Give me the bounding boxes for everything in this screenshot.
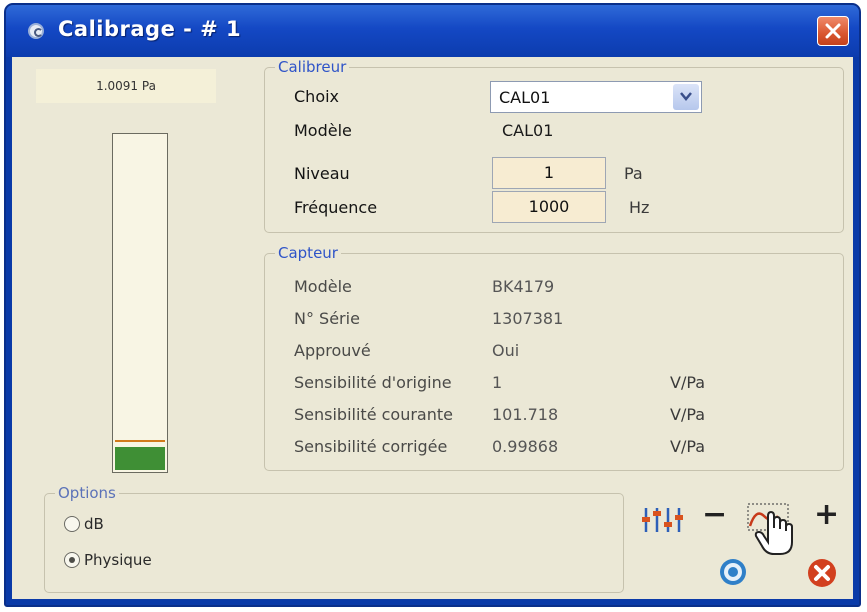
dropdown-button[interactable] bbox=[673, 84, 699, 110]
capteur-group-title: Capteur bbox=[275, 244, 341, 262]
cancel-icon bbox=[808, 559, 836, 587]
level-meter-marker bbox=[115, 440, 165, 442]
decrease-button[interactable]: − bbox=[702, 497, 727, 532]
chevron-down-icon bbox=[680, 92, 692, 101]
frequence-field[interactable]: 1000 bbox=[492, 191, 606, 223]
capteur-row-value: 0.99868 bbox=[492, 437, 559, 456]
calibreur-group-title: Calibreur bbox=[275, 58, 350, 76]
cancel-button[interactable] bbox=[806, 557, 838, 593]
app-logo-icon bbox=[28, 23, 44, 39]
frequence-unit: Hz bbox=[629, 198, 650, 217]
calibreur-select[interactable]: CAL01 bbox=[490, 81, 702, 113]
capteur-row-unit: V/Pa bbox=[670, 437, 706, 456]
modele-label: Modèle bbox=[294, 121, 352, 140]
calibrate-button[interactable] bbox=[746, 502, 798, 562]
close-icon bbox=[825, 23, 841, 39]
calibrage-window: Calibrage - # 1 1.0091 Pa Calibreur Choi… bbox=[4, 3, 861, 607]
niveau-unit: Pa bbox=[624, 164, 643, 183]
title-bar[interactable]: Calibrage - # 1 bbox=[6, 5, 859, 57]
capteur-row-label: Sensibilité courante bbox=[294, 405, 453, 424]
capteur-row-value: 101.718 bbox=[492, 405, 559, 424]
level-meter-fill bbox=[115, 447, 165, 470]
capteur-row-label: Modèle bbox=[294, 277, 352, 296]
capteur-row-value: Oui bbox=[492, 341, 520, 360]
capteur-row-value: 1307381 bbox=[492, 309, 564, 328]
level-readout: 1.0091 Pa bbox=[36, 69, 216, 103]
db-radio[interactable] bbox=[64, 516, 80, 532]
calibreur-select-value: CAL01 bbox=[499, 88, 551, 107]
capteur-row-value: BK4179 bbox=[492, 277, 555, 296]
capteur-row-label: Approuvé bbox=[294, 341, 371, 360]
capteur-row-label: Sensibilité d'origine bbox=[294, 373, 452, 392]
view-button[interactable] bbox=[716, 557, 750, 591]
capteur-row-unit: V/Pa bbox=[670, 405, 706, 424]
niveau-field[interactable]: 1 bbox=[492, 157, 606, 189]
physique-radio-label: Physique bbox=[84, 551, 152, 569]
sliders-button[interactable] bbox=[640, 506, 684, 538]
frequence-label: Fréquence bbox=[294, 198, 378, 217]
increase-button[interactable]: + bbox=[814, 497, 839, 532]
capteur-row-label: Sensibilité corrigée bbox=[294, 437, 448, 456]
window-title: Calibrage - # 1 bbox=[58, 17, 242, 41]
eye-icon bbox=[720, 559, 746, 585]
dialog-client-area: 1.0091 Pa Calibreur Choix CAL01 Modèle C… bbox=[12, 57, 853, 599]
option-db[interactable]: dB bbox=[64, 515, 104, 533]
options-group: Options bbox=[44, 484, 624, 593]
capteur-row-value: 1 bbox=[492, 373, 503, 392]
options-group-title: Options bbox=[55, 484, 119, 502]
niveau-label: Niveau bbox=[294, 164, 350, 183]
capteur-row-label: N° Série bbox=[294, 309, 360, 328]
level-meter bbox=[112, 133, 168, 473]
option-physique[interactable]: Physique bbox=[64, 551, 152, 569]
calibrate-hand-icon bbox=[747, 503, 793, 555]
close-button[interactable] bbox=[817, 16, 849, 46]
choix-label: Choix bbox=[294, 87, 340, 106]
db-radio-label: dB bbox=[84, 515, 104, 533]
capteur-row-unit: V/Pa bbox=[670, 373, 706, 392]
physique-radio[interactable] bbox=[64, 552, 80, 568]
modele-value: CAL01 bbox=[502, 121, 554, 140]
sliders-icon bbox=[642, 508, 683, 532]
